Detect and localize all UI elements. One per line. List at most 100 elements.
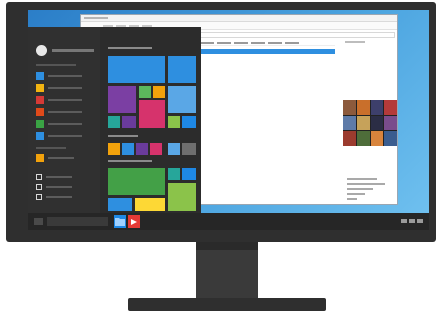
recent-icon — [36, 154, 44, 162]
tile-lime-2[interactable] — [168, 183, 196, 211]
monitor-stand-base — [128, 298, 326, 311]
photo-thumb — [356, 131, 370, 146]
monitor-stand-neck — [196, 242, 258, 298]
tile-group-label — [108, 160, 152, 162]
detail-line — [347, 198, 357, 200]
column-header[interactable] — [217, 41, 231, 44]
app-label — [48, 111, 82, 113]
app-icon — [36, 72, 44, 80]
column-header[interactable] — [234, 41, 248, 44]
recent-item[interactable] — [36, 154, 74, 162]
app-item[interactable] — [36, 120, 82, 128]
setting-item[interactable] — [36, 183, 72, 191]
tray-icon[interactable] — [401, 219, 407, 223]
app-label — [48, 75, 82, 77]
setting-label — [46, 176, 72, 178]
tile-purple-small[interactable] — [122, 116, 136, 128]
checkbox-icon[interactable] — [36, 174, 42, 180]
app-item[interactable] — [36, 132, 82, 140]
taskbar — [28, 213, 429, 230]
app-label — [48, 99, 82, 101]
tile-orange-small[interactable] — [153, 86, 165, 98]
photo-thumb — [356, 115, 370, 131]
user-name — [52, 49, 94, 52]
window-title — [84, 17, 108, 19]
photo-thumb — [343, 100, 356, 115]
tile-teal-2[interactable] — [168, 168, 180, 180]
tile-purple-2[interactable] — [136, 143, 148, 155]
start-menu[interactable] — [28, 27, 201, 213]
column-header[interactable] — [268, 41, 282, 44]
tile-orange-small-2[interactable] — [108, 143, 120, 155]
app-icon — [36, 132, 44, 140]
section-label — [36, 64, 76, 66]
start-button-icon[interactable] — [34, 218, 43, 225]
photo-thumb — [370, 131, 384, 146]
tile-group-label — [108, 135, 138, 137]
tile-gray[interactable] — [182, 143, 196, 155]
photo-thumb — [384, 131, 397, 146]
tile-purple[interactable] — [108, 86, 136, 113]
preview-pane — [343, 40, 397, 205]
tile-teal[interactable] — [108, 116, 120, 128]
tile-lime[interactable] — [168, 116, 180, 128]
photo-thumb — [370, 115, 384, 131]
app-icon — [36, 108, 44, 116]
tray-icon[interactable] — [409, 219, 415, 223]
app-item[interactable] — [36, 108, 82, 116]
start-menu-app-list — [28, 27, 100, 213]
app-label — [48, 157, 74, 159]
tray-icon[interactable] — [417, 219, 423, 223]
column-header[interactable] — [200, 41, 214, 44]
window-title-bar[interactable] — [81, 15, 397, 22]
setting-item[interactable] — [36, 193, 72, 201]
tile-large-blue[interactable] — [108, 56, 165, 83]
start-menu-tiles — [106, 27, 201, 213]
user-avatar-icon[interactable] — [36, 45, 47, 56]
file-details — [347, 178, 385, 203]
tile-blue-3[interactable] — [168, 86, 196, 113]
preview-title — [345, 41, 365, 43]
checkbox-icon[interactable] — [36, 194, 42, 200]
media-player-icon[interactable] — [128, 215, 140, 228]
section-label — [36, 147, 66, 149]
photo-thumb — [370, 100, 384, 115]
column-header[interactable] — [285, 41, 299, 44]
photo-thumb — [343, 131, 356, 146]
tile-green-small[interactable] — [139, 86, 151, 98]
app-icon — [36, 120, 44, 128]
tile-blue-2[interactable] — [168, 56, 196, 83]
tile-yellow[interactable] — [135, 198, 165, 211]
column-header[interactable] — [251, 41, 265, 44]
photo-thumb — [384, 115, 397, 131]
app-item[interactable] — [36, 84, 82, 92]
detail-line — [347, 188, 373, 190]
taskbar-search-box[interactable] — [47, 217, 108, 226]
tile-green-2[interactable] — [108, 168, 165, 195]
system-tray — [401, 219, 423, 223]
app-icon — [36, 84, 44, 92]
tile-group-label — [108, 47, 152, 49]
photo-thumb — [343, 115, 356, 131]
tile-pink[interactable] — [139, 100, 165, 128]
app-item[interactable] — [36, 96, 82, 104]
tile-blue-8[interactable] — [108, 198, 132, 211]
setting-label — [46, 196, 72, 198]
photo-thumb — [384, 100, 397, 115]
image-preview — [343, 100, 397, 146]
tile-blue-7[interactable] — [182, 168, 196, 180]
tile-blue-4[interactable] — [182, 116, 196, 128]
detail-line — [347, 178, 377, 180]
app-label — [48, 123, 82, 125]
checkbox-icon[interactable] — [36, 184, 42, 190]
setting-item[interactable] — [36, 173, 72, 181]
folder-icon[interactable] — [114, 215, 126, 228]
tile-blue-6[interactable] — [168, 143, 180, 155]
app-label — [48, 135, 82, 137]
app-icon — [36, 96, 44, 104]
monitor-stand-shadow — [196, 242, 258, 250]
app-item[interactable] — [36, 72, 82, 80]
tile-pink-2[interactable] — [150, 143, 162, 155]
tile-blue-5[interactable] — [122, 143, 134, 155]
app-label — [48, 87, 82, 89]
